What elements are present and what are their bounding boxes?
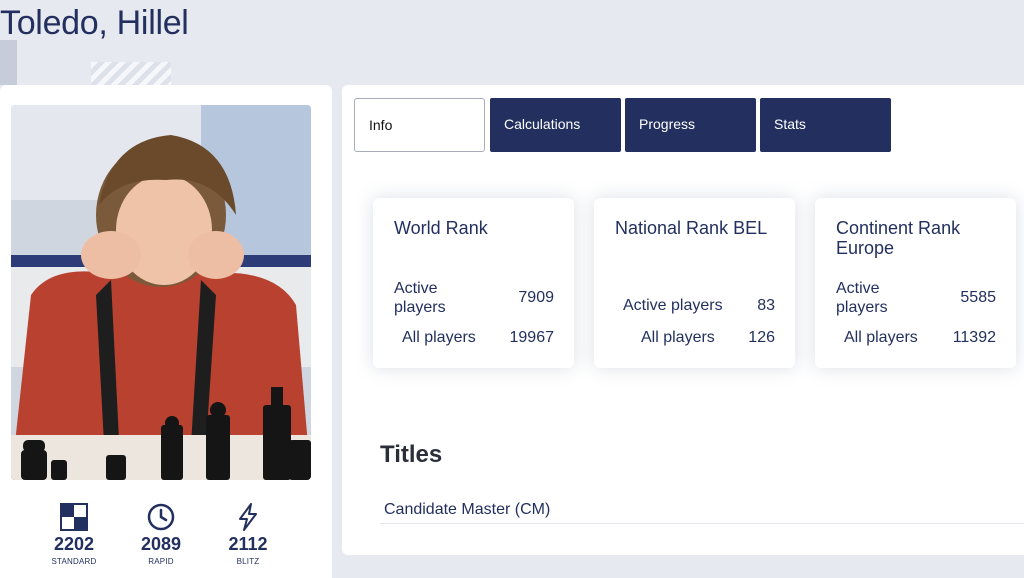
rating-label: RAPID <box>148 557 174 566</box>
player-name: Toledo, Hillel <box>0 4 189 42</box>
titles-divider <box>380 523 1024 524</box>
rating-standard: 2202 STANDARD <box>34 503 114 566</box>
clock-icon <box>147 503 175 531</box>
decorative-stripes <box>91 62 171 85</box>
rank-row-value: 83 <box>757 297 775 314</box>
player-photo <box>11 105 311 480</box>
rank-row-value: 19967 <box>509 329 555 346</box>
rank-row-all: All players 11392 <box>836 328 996 348</box>
rank-row-value: 7909 <box>518 289 554 306</box>
rank-row-label: Active players <box>623 297 723 314</box>
rating-blitz: 2112 BLITZ <box>208 503 288 566</box>
rank-card-title: Continent Rank Europe <box>836 218 961 258</box>
world-rank-card: World Rank Active players 7909 All playe… <box>373 198 574 368</box>
rating-label: BLITZ <box>236 557 260 566</box>
tab-progress[interactable]: Progress <box>625 98 756 152</box>
rank-card-title: World Rank <box>394 218 488 238</box>
rank-row-active: Active players 7909 <box>394 278 554 318</box>
rank-row-all: All players 126 <box>615 328 775 348</box>
rank-row-label: All players <box>641 329 715 346</box>
tab-calculations[interactable]: Calculations <box>490 98 621 152</box>
rank-row-label: Active players <box>394 280 446 316</box>
rank-row-label: All players <box>402 329 476 346</box>
rank-row-active: Active players 5585 <box>836 278 996 318</box>
rating-label: STANDARD <box>51 557 97 566</box>
rank-row-label: All players <box>844 329 918 346</box>
rank-row-value: 5585 <box>960 289 996 306</box>
national-rank-card: National Rank BEL Active players 83 All … <box>594 198 795 368</box>
tab-stats[interactable]: Stats <box>760 98 891 152</box>
rating-rapid: 2089 RAPID <box>121 503 201 566</box>
tab-info[interactable]: Info <box>354 98 485 152</box>
decorative-block <box>0 40 17 85</box>
rank-row-all: All players 19967 <box>394 328 554 348</box>
main-panel: Info Calculations Progress Stats World R… <box>342 85 1024 555</box>
rank-row-value: 126 <box>748 329 775 346</box>
standard-board-icon <box>60 503 88 531</box>
rating-value: 2089 <box>140 534 182 554</box>
rank-row-label: Active players <box>836 280 888 316</box>
rank-row-value: 11392 <box>952 329 996 346</box>
rank-card-title: National Rank BEL <box>615 218 768 238</box>
rating-value: 2202 <box>53 534 95 554</box>
title-item: Candidate Master (CM) <box>384 501 551 518</box>
rank-row-active: Active players 83 <box>615 296 775 316</box>
rating-value: 2112 <box>228 534 268 554</box>
profile-card: 2202 STANDARD 2089 RAPID 2112 BLITZ <box>0 85 332 578</box>
lightning-icon <box>239 503 257 531</box>
titles-heading: Titles <box>380 441 443 468</box>
continent-rank-card: Continent Rank Europe Active players 558… <box>815 198 1016 368</box>
